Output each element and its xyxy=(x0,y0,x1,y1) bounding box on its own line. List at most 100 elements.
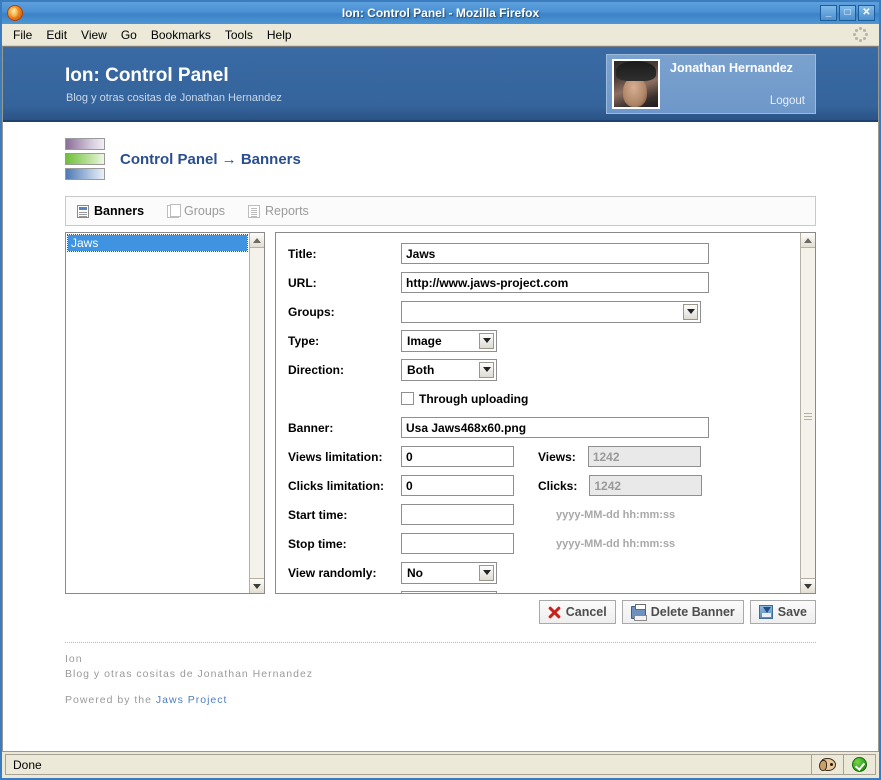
cancel-button[interactable]: Cancel xyxy=(538,600,616,624)
delete-banner-button[interactable]: Delete Banner xyxy=(621,600,744,624)
list-item[interactable]: Jaws xyxy=(67,234,248,252)
tab-banners-label: Banners xyxy=(94,204,145,218)
field-direction-row: Direction: Both xyxy=(288,358,792,381)
save-button[interactable]: Save xyxy=(749,600,816,624)
extension-status-cell[interactable] xyxy=(812,754,844,775)
save-icon xyxy=(758,605,773,619)
browser-menubar: File Edit View Go Bookmarks Tools Help xyxy=(2,24,879,46)
field-url-row: URL: xyxy=(288,272,792,293)
field-view-randomly-row: View randomly: No xyxy=(288,561,792,584)
through-uploading-label: Through uploading xyxy=(419,391,529,406)
chevron-down-icon[interactable] xyxy=(683,303,698,320)
start-time-input[interactable] xyxy=(401,504,514,525)
field-view-randomly-label: View randomly: xyxy=(288,565,377,580)
chevron-down-icon[interactable] xyxy=(479,564,494,581)
status-message: Done xyxy=(5,754,812,775)
page-viewport: Ion: Control Panel Blog y otras cositas … xyxy=(2,46,879,752)
field-start-time-label: Start time: xyxy=(288,507,348,522)
scroll-track[interactable] xyxy=(250,248,264,578)
title-input[interactable] xyxy=(401,243,709,264)
field-type-label: Type: xyxy=(288,333,320,348)
breadcrumb[interactable]: Control Panel → Banners xyxy=(120,151,301,168)
field-start-time-row: Start time: yyyy-MM-dd hh:mm:ss xyxy=(288,504,792,525)
throbber-icon xyxy=(853,26,869,43)
banner-list-scrollbar[interactable] xyxy=(249,233,264,593)
window-controls: _ □ ✕ xyxy=(820,5,877,21)
clicks-limitation-input[interactable] xyxy=(401,475,514,496)
groups-select[interactable] xyxy=(401,300,701,323)
avatar xyxy=(612,59,660,109)
banners-panel: Jaws Title: Jaws URL: http://www.jaws-pr… xyxy=(65,232,816,594)
field-views-row: Views limitation: Views: xyxy=(288,446,792,467)
banner-list[interactable]: Jaws xyxy=(65,232,265,594)
field-direction-label: Direction: xyxy=(288,362,345,377)
browser-window: Ion: Control Panel - Mozilla Firefox _ □… xyxy=(0,0,881,780)
scroll-down-icon[interactable] xyxy=(250,578,264,593)
scroll-up-icon[interactable] xyxy=(250,233,264,248)
stop-time-input[interactable] xyxy=(401,533,514,554)
tab-banners[interactable]: Banners xyxy=(66,197,156,225)
tab-groups-label: Groups xyxy=(184,204,226,218)
scroll-down-icon[interactable] xyxy=(801,578,815,593)
direction-select-value: Both xyxy=(407,362,435,377)
tab-reports-label: Reports xyxy=(265,204,309,218)
clicks-value xyxy=(589,475,703,496)
control-panel-icon xyxy=(65,138,105,180)
window-titlebar: Ion: Control Panel - Mozilla Firefox _ □… xyxy=(2,2,879,24)
through-uploading-checkbox[interactable] xyxy=(401,392,414,405)
tab-reports[interactable]: Reports xyxy=(237,197,321,225)
cancel-x-icon xyxy=(548,606,561,619)
form-actions: Cancel Delete Banner Save xyxy=(65,600,816,624)
type-select[interactable]: Image xyxy=(401,329,497,352)
logout-link[interactable]: Logout xyxy=(670,95,805,107)
menu-tools[interactable]: Tools xyxy=(218,26,260,44)
site-title: Ion: Control Panel xyxy=(65,65,229,86)
field-banner-row: Banner: xyxy=(288,417,792,438)
banners-icon xyxy=(77,204,89,218)
menu-bookmarks[interactable]: Bookmarks xyxy=(144,26,218,44)
field-clicks-row: Clicks limitation: Clicks: xyxy=(288,475,792,496)
start-time-hint: yyyy-MM-dd hh:mm:ss xyxy=(556,508,676,521)
menu-go[interactable]: Go xyxy=(114,26,144,44)
menu-help[interactable]: Help xyxy=(260,26,299,44)
breadcrumb-row: Control Panel → Banners xyxy=(3,122,878,190)
minimize-button[interactable]: _ xyxy=(820,5,837,21)
tab-groups[interactable]: Groups xyxy=(156,197,237,225)
field-views-limitation-label: Views limitation: xyxy=(288,449,383,464)
field-stop-time-label: Stop time: xyxy=(288,536,347,551)
field-banner-label: Banner: xyxy=(288,420,334,435)
window-title: Ion: Control Panel - Mozilla Firefox xyxy=(341,6,540,20)
views-limitation-input[interactable] xyxy=(401,446,514,467)
menu-file[interactable]: File xyxy=(6,26,39,44)
field-clicks-limitation-label: Clicks limitation: xyxy=(288,478,385,493)
jaws-project-link[interactable]: Jaws Project xyxy=(156,694,228,706)
menu-view[interactable]: View xyxy=(74,26,114,44)
direction-select[interactable]: Both xyxy=(401,358,497,381)
page-body: Control Panel → Banners Banners Groups R… xyxy=(3,122,878,751)
user-meta: Jonathan Hernandez Logout xyxy=(660,55,815,113)
page-footer: Ion Blog y otras cositas de Jonathan Her… xyxy=(65,642,816,706)
form-scrollbar[interactable] xyxy=(800,233,815,593)
menu-edit[interactable]: Edit xyxy=(39,26,74,44)
security-status-cell[interactable] xyxy=(844,754,876,775)
firefox-logo-icon xyxy=(7,5,23,21)
view-randomly-select[interactable]: No xyxy=(401,561,497,584)
banner-list-items: Jaws xyxy=(66,233,249,593)
banner-form-fields: Title: URL: Groups: xyxy=(276,233,800,593)
field-visible-status-row: Visible status: Yes xyxy=(288,590,792,593)
close-button[interactable]: ✕ xyxy=(858,5,875,21)
banner-input[interactable] xyxy=(401,417,709,438)
field-title-row: Title: xyxy=(288,243,792,264)
field-title-label: Title: xyxy=(288,246,317,261)
scroll-up-icon[interactable] xyxy=(801,233,815,248)
maximize-button[interactable]: □ xyxy=(839,5,856,21)
chevron-down-icon[interactable] xyxy=(479,361,494,378)
visible-status-select[interactable]: Yes xyxy=(401,590,497,593)
scroll-track[interactable] xyxy=(801,248,815,578)
reports-icon xyxy=(248,204,261,218)
views-value xyxy=(587,446,701,467)
field-views-label: Views: xyxy=(538,449,576,464)
field-clicks-label: Clicks: xyxy=(538,478,578,493)
url-input[interactable] xyxy=(401,272,709,293)
chevron-down-icon[interactable] xyxy=(479,332,494,349)
